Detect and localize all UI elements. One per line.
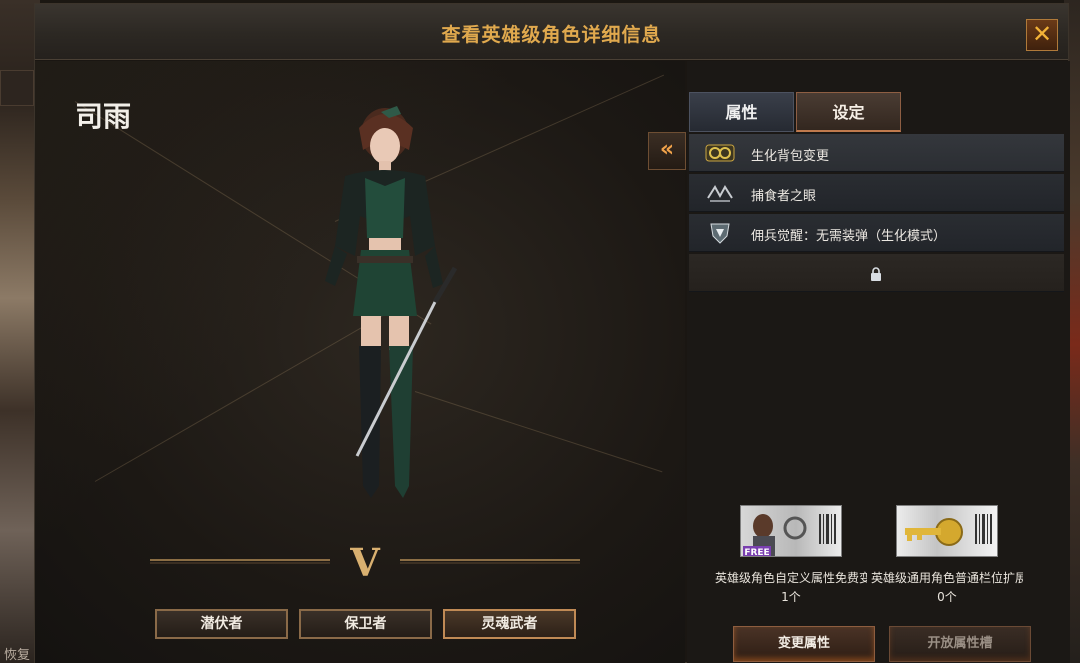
- character-model: [325, 106, 458, 498]
- class-button-lurker[interactable]: 潜伏者: [155, 609, 288, 639]
- character-view: 司雨 V 潜伏者 保卫者 灵魂武者: [35, 61, 685, 663]
- skill-row-locked: [689, 254, 1064, 292]
- class-button-guardian[interactable]: 保卫者: [299, 609, 432, 639]
- skill-row[interactable]: 捕食者之眼: [689, 174, 1064, 212]
- coupon-art: [905, 514, 992, 546]
- tab-settings[interactable]: 设定: [796, 92, 901, 132]
- class-button-soul-warrior[interactable]: 灵魂武者: [443, 609, 576, 639]
- game-screen: 恢复 查看英雄级角色详细信息 ✕ 司雨 V 潜伏者 保卫者 灵魂武者 « 属性 …: [0, 0, 1080, 663]
- settings-panel: 属性 设定 生化背包变更 捕食者之眼 佣兵觉醒：无需装弹（生化模式） FREE …: [687, 61, 1070, 663]
- coupon-count: 0个: [937, 590, 957, 604]
- coupon-art: FREE: [743, 514, 836, 557]
- background-left-label: 恢复: [4, 648, 31, 663]
- hero-detail-dialog: 查看英雄级角色详细信息 ✕ 司雨 V 潜伏者 保卫者 灵魂武者 « 属性 设定 …: [34, 3, 1070, 663]
- coupon-count: 1个: [781, 590, 801, 604]
- skill-label: 捕食者之眼: [751, 189, 817, 204]
- skill-row[interactable]: 佣兵觉醒：无需装弹（生化模式）: [689, 214, 1064, 252]
- coupon-item[interactable]: FREE 英雄级角色自定义属性免费变更券 1个: [701, 505, 881, 605]
- coupon-area: FREE 英雄级角色自定义属性免费变更券 1个: [701, 491, 1061, 611]
- dialog-titlebar: 查看英雄级角色详细信息 ✕: [35, 4, 1068, 60]
- dialog-title: 查看英雄级角色详细信息: [441, 24, 662, 46]
- predator-eye-icon: [707, 185, 733, 202]
- lock-icon: [871, 267, 881, 281]
- character-name: 司雨: [75, 100, 132, 133]
- open-slot-button[interactable]: 开放属性槽: [889, 626, 1031, 662]
- free-coupon-icon: FREE: [740, 505, 842, 557]
- skill-list: 生化背包变更 捕食者之眼 佣兵觉醒：无需装弹（生化模式）: [689, 134, 1064, 294]
- rank-divider: V: [150, 540, 580, 585]
- coupon-name: 英雄级通用角色普通栏位扩展券: [871, 571, 1023, 585]
- close-button[interactable]: ✕: [1026, 19, 1058, 51]
- mercenary-awaken-icon: [710, 223, 730, 244]
- tab-attributes[interactable]: 属性: [689, 92, 794, 132]
- free-badge: FREE: [744, 548, 769, 557]
- rank-mark: V: [349, 540, 381, 585]
- skill-label: 生化背包变更: [751, 149, 830, 164]
- background-left-panel: [0, 70, 34, 106]
- bio-backpack-icon: [705, 144, 735, 162]
- coupon-name: 英雄级角色自定义属性免费变更券: [715, 571, 867, 585]
- skill-row[interactable]: 生化背包变更: [689, 134, 1064, 172]
- character-boot: [359, 346, 381, 498]
- collapse-chevron-icon[interactable]: «: [648, 132, 686, 170]
- skill-label: 佣兵觉醒：无需装弹（生化模式）: [751, 229, 947, 244]
- coupon-item[interactable]: 英雄级通用角色普通栏位扩展券 0个: [857, 505, 1037, 605]
- key-coupon-icon: [896, 505, 998, 557]
- character-face: [370, 128, 400, 164]
- change-attributes-button[interactable]: 变更属性: [733, 626, 875, 662]
